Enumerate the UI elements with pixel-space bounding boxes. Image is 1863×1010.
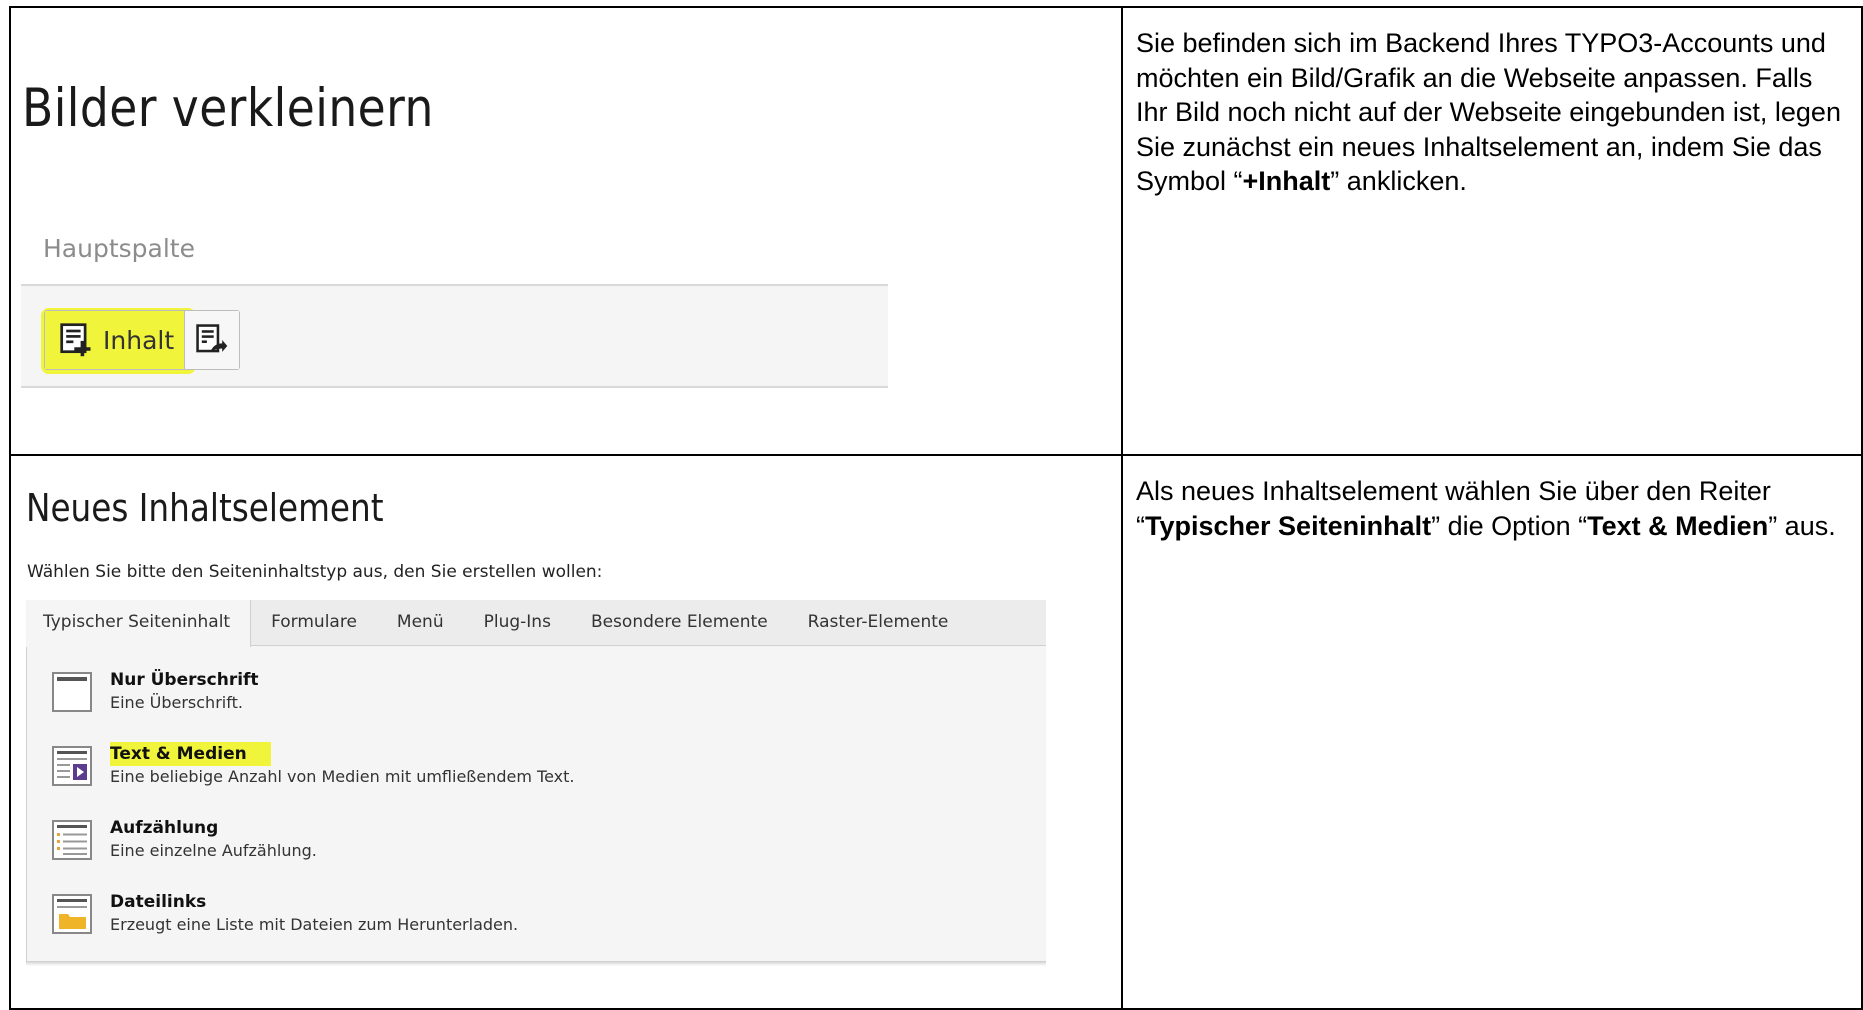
item-description: Eine beliebige Anzahl von Medien mit umf… — [110, 767, 575, 786]
item-title: Nur Überschrift — [110, 670, 259, 690]
item-description: Eine Überschrift. — [110, 693, 243, 712]
content-type-item[interactable]: Nur Überschrift Eine Überschrift. — [52, 668, 259, 714]
file-links-icon — [52, 894, 92, 934]
text-media-icon — [52, 746, 92, 786]
description-cell-2: Als neues Inhaltselement wählen Sie über… — [1121, 454, 1863, 1010]
tab-typischer-seiteninhalt[interactable]: Typischer Seiteninhalt — [26, 600, 252, 647]
tab-raster-elemente[interactable]: Raster-Elemente — [788, 600, 969, 646]
column-name: Hauptspalte — [43, 234, 195, 263]
add-content-icon — [60, 323, 91, 357]
item-title: Aufzählung — [110, 818, 219, 838]
step2-description: Als neues Inhaltselement wählen Sie über… — [1136, 476, 1836, 541]
add-content-label: Inhalt — [103, 325, 175, 355]
item-title: Text & Medien — [110, 742, 271, 766]
wizard-bottom-shadow — [26, 962, 1046, 966]
add-content-button[interactable]: Inhalt — [45, 311, 186, 369]
tab-besondere-elemente[interactable]: Besondere Elemente — [571, 600, 788, 646]
item-title: Dateilinks — [110, 892, 207, 912]
content-type-item[interactable]: Text & Medien Eine beliebige Anzahl von … — [52, 742, 574, 788]
content-type-item[interactable]: Aufzählung Eine einzelne Aufzählung. — [52, 816, 317, 862]
item-description: Erzeugt eine Liste mit Dateien zum Herun… — [110, 915, 519, 934]
paste-content-icon — [196, 324, 228, 353]
content-type-item[interactable]: Dateilinks Erzeugt eine Liste mit Dateie… — [52, 890, 518, 936]
wizard-prompt: Wählen Sie bitte den Seiteninhaltstyp au… — [27, 562, 603, 582]
tab-menue[interactable]: Menü — [377, 600, 464, 646]
item-description: Eine einzelne Aufzählung. — [110, 841, 317, 860]
wizard-tabs: Typischer Seiteninhalt Formulare Menü Pl… — [26, 600, 1046, 647]
step1-description: Sie befinden sich im Backend Ihres TYPO3… — [1136, 28, 1841, 196]
bullet-list-icon — [52, 820, 92, 860]
tab-plug-ins[interactable]: Plug-Ins — [464, 600, 571, 646]
header-icon — [52, 672, 92, 712]
tab-formulare[interactable]: Formulare — [251, 600, 377, 646]
wizard-title: Neues Inhaltselement — [26, 486, 384, 530]
page-title: Bilder verkleinern — [22, 78, 434, 139]
paste-content-button[interactable] — [185, 311, 240, 369]
content-button-group: Inhalt — [44, 310, 241, 370]
description-cell-1: Sie befinden sich im Backend Ihres TYPO3… — [1121, 6, 1863, 456]
